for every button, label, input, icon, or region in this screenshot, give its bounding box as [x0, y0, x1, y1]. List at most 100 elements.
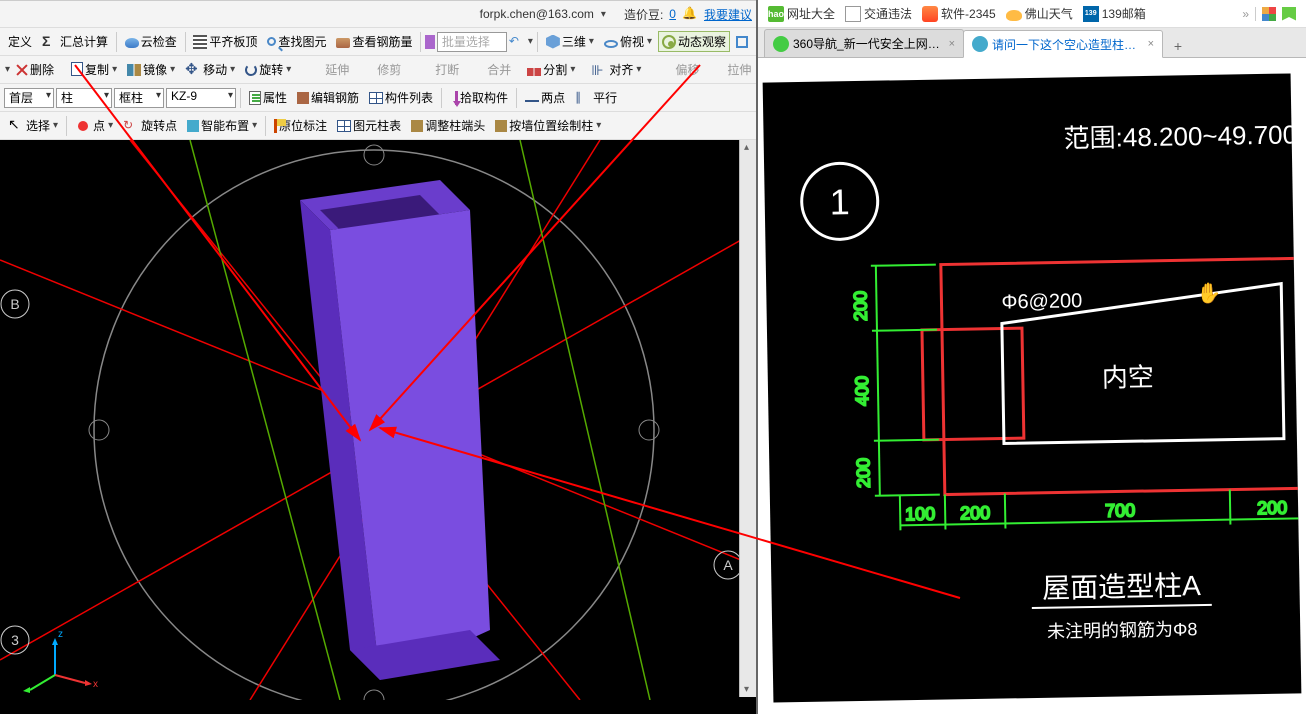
svg-text:100: 100	[905, 504, 935, 525]
pick-icon	[455, 91, 458, 105]
split-button[interactable]: 分割▾	[523, 59, 579, 80]
drawing-photo: 范围:48.200~49.700 1 内空 ✋	[763, 73, 1302, 702]
browser-pane: hao网址大全 交通违法 软件-2345 佛山天气 139139邮箱 » 360…	[758, 0, 1306, 714]
tab-close-2[interactable]: ×	[1148, 38, 1154, 50]
type-combo[interactable]: 框柱	[114, 88, 164, 108]
bookmark-bar: hao网址大全 交通违法 软件-2345 佛山天气 139139邮箱 »	[758, 0, 1306, 28]
bookmark-soft[interactable]: 软件-2345	[922, 5, 996, 22]
point-button[interactable]: 点▾	[71, 115, 117, 136]
properties-button[interactable]: 属性	[245, 87, 291, 108]
name-combo[interactable]: KZ-9	[166, 88, 236, 108]
bean-label: 造价豆:	[624, 6, 663, 23]
zoom-fit-button[interactable]	[732, 34, 752, 50]
define-button[interactable]: 定义	[4, 31, 36, 52]
tab-close-1[interactable]: ×	[949, 38, 955, 50]
stretch-button: 拉伸	[705, 59, 755, 80]
find-element-button[interactable]: 查找图元	[263, 31, 330, 52]
vertical-scrollbar[interactable]	[739, 140, 756, 697]
bookmark-weather[interactable]: 佛山天气	[1006, 5, 1073, 22]
view-rebar-button[interactable]: 查看钢筋量	[332, 31, 416, 52]
tab-label-2: 请问一下这个空心造型柱怎么布	[992, 36, 1142, 53]
cloud-check-button[interactable]: 云检查	[121, 31, 181, 52]
select-button[interactable]: 选择▾	[4, 115, 62, 136]
mirror-button[interactable]: 镜像▾	[123, 59, 179, 80]
toolbar-row-1: 定义 汇总计算 云检查 平齐板顶 查找图元 查看钢筋量 批量选择 ↶▾ 三维▾ …	[0, 28, 756, 56]
elem-col-table-button[interactable]: 图元柱表	[333, 115, 405, 136]
doc-icon	[845, 6, 861, 22]
category-combo[interactable]: 柱	[56, 88, 112, 108]
tab-favicon-q	[972, 36, 988, 52]
user-email[interactable]: forpk.chen@163.com	[480, 7, 594, 21]
floor-combo[interactable]: 首层	[4, 88, 54, 108]
eye-icon	[604, 40, 618, 48]
component-list-button[interactable]: 构件列表	[365, 87, 437, 108]
bean-value[interactable]: 0	[669, 7, 676, 21]
3d-view-button[interactable]: 三维▾	[542, 31, 598, 52]
delete-button[interactable]: 删除	[12, 59, 58, 80]
apps-grid-icon[interactable]	[1262, 7, 1276, 21]
hollow-label: 内空	[1102, 362, 1155, 393]
top-view-button[interactable]: 俯视▾	[600, 31, 656, 52]
smart-layout-button[interactable]: 智能布置▾	[183, 115, 261, 136]
drawing-note: 未注明的钢筋为Φ8	[1047, 619, 1198, 642]
svg-text:200: 200	[1257, 498, 1287, 519]
tab-360[interactable]: 360导航_新一代安全上网导航 ×	[764, 29, 964, 57]
extend-button: 延伸	[303, 59, 353, 80]
move-button[interactable]: 移动▾	[181, 59, 239, 80]
bookmark-traffic[interactable]: 交通违法	[845, 5, 912, 22]
bookmark-expand-icon[interactable]: »	[1242, 7, 1249, 21]
copy-button[interactable]: 复制▾	[66, 59, 121, 80]
undo-icon[interactable]: ↶	[509, 34, 525, 50]
3d-viewport[interactable]: B A 3 z x	[0, 140, 756, 714]
table-icon	[337, 120, 351, 132]
two-point-button[interactable]: 两点	[521, 87, 569, 108]
split-icon	[527, 68, 541, 76]
2345-icon	[922, 6, 938, 22]
photo-area: 范围:48.200~49.700 1 内空 ✋	[758, 58, 1306, 714]
top-info-bar: forpk.chen@163.com ▾ 造价豆: 0 🔔 我要建议	[0, 0, 756, 28]
offset-icon	[657, 62, 673, 78]
new-tab-button[interactable]: +	[1166, 35, 1190, 57]
range-label: 范围:48.200~49.700	[1063, 119, 1297, 153]
cursor-icon	[8, 118, 24, 134]
svg-text:z: z	[58, 629, 63, 640]
smart-layout-icon	[187, 120, 199, 132]
tab-bar: 360导航_新一代安全上网导航 × 请问一下这个空心造型柱怎么布 × +	[758, 28, 1306, 58]
batch-select-input[interactable]: 批量选择	[437, 32, 507, 52]
dynamic-view-button[interactable]: 动态观察	[658, 31, 730, 52]
tab-label-1: 360导航_新一代安全上网导航	[793, 35, 943, 52]
rebar-spec: Φ6@200	[1001, 290, 1082, 313]
zoom-fit-icon	[736, 36, 748, 48]
rotate-button[interactable]: 旋转▾	[241, 59, 295, 80]
align-button[interactable]: 对齐▾	[587, 59, 645, 80]
adjust-icon	[411, 120, 423, 132]
two-point-icon	[525, 100, 539, 102]
merge-icon	[469, 62, 485, 78]
axis-3-label: 3	[11, 632, 19, 648]
pick-component-button[interactable]: 拾取构件	[446, 87, 512, 108]
extend-icon	[307, 62, 323, 78]
bookmarks-menu-icon[interactable]	[1282, 7, 1296, 21]
origin-label-button[interactable]: 原位标注	[270, 115, 331, 136]
break-icon	[417, 62, 433, 78]
axis-a-label: A	[723, 557, 733, 573]
cloud-icon	[125, 38, 139, 48]
bookmark-wangzhi[interactable]: hao网址大全	[768, 5, 835, 22]
edit-rebar-button[interactable]: 编辑钢筋	[293, 87, 363, 108]
list-icon	[369, 92, 383, 104]
cube-icon	[546, 35, 560, 49]
draw-by-wall-button[interactable]: 按墙位置绘制柱▾	[491, 115, 605, 136]
suggest-link[interactable]: 我要建议	[704, 6, 752, 23]
sum-calc-button[interactable]: 汇总计算	[38, 31, 112, 52]
bell-icon[interactable]: 🔔	[682, 6, 698, 22]
parallel-button[interactable]: ∥平行	[571, 87, 621, 108]
stretch-icon	[709, 62, 725, 78]
grid-icon	[193, 35, 207, 49]
rotate-point-button[interactable]: ↻旋转点	[119, 115, 181, 136]
level-top-button[interactable]: 平齐板顶	[189, 31, 261, 52]
tab-question[interactable]: 请问一下这个空心造型柱怎么布 ×	[963, 30, 1163, 58]
bookmark-mail[interactable]: 139139邮箱	[1083, 5, 1146, 22]
move-icon	[185, 62, 201, 78]
adjust-end-button[interactable]: 调整柱端头	[407, 115, 489, 136]
sigma-icon	[42, 34, 58, 50]
